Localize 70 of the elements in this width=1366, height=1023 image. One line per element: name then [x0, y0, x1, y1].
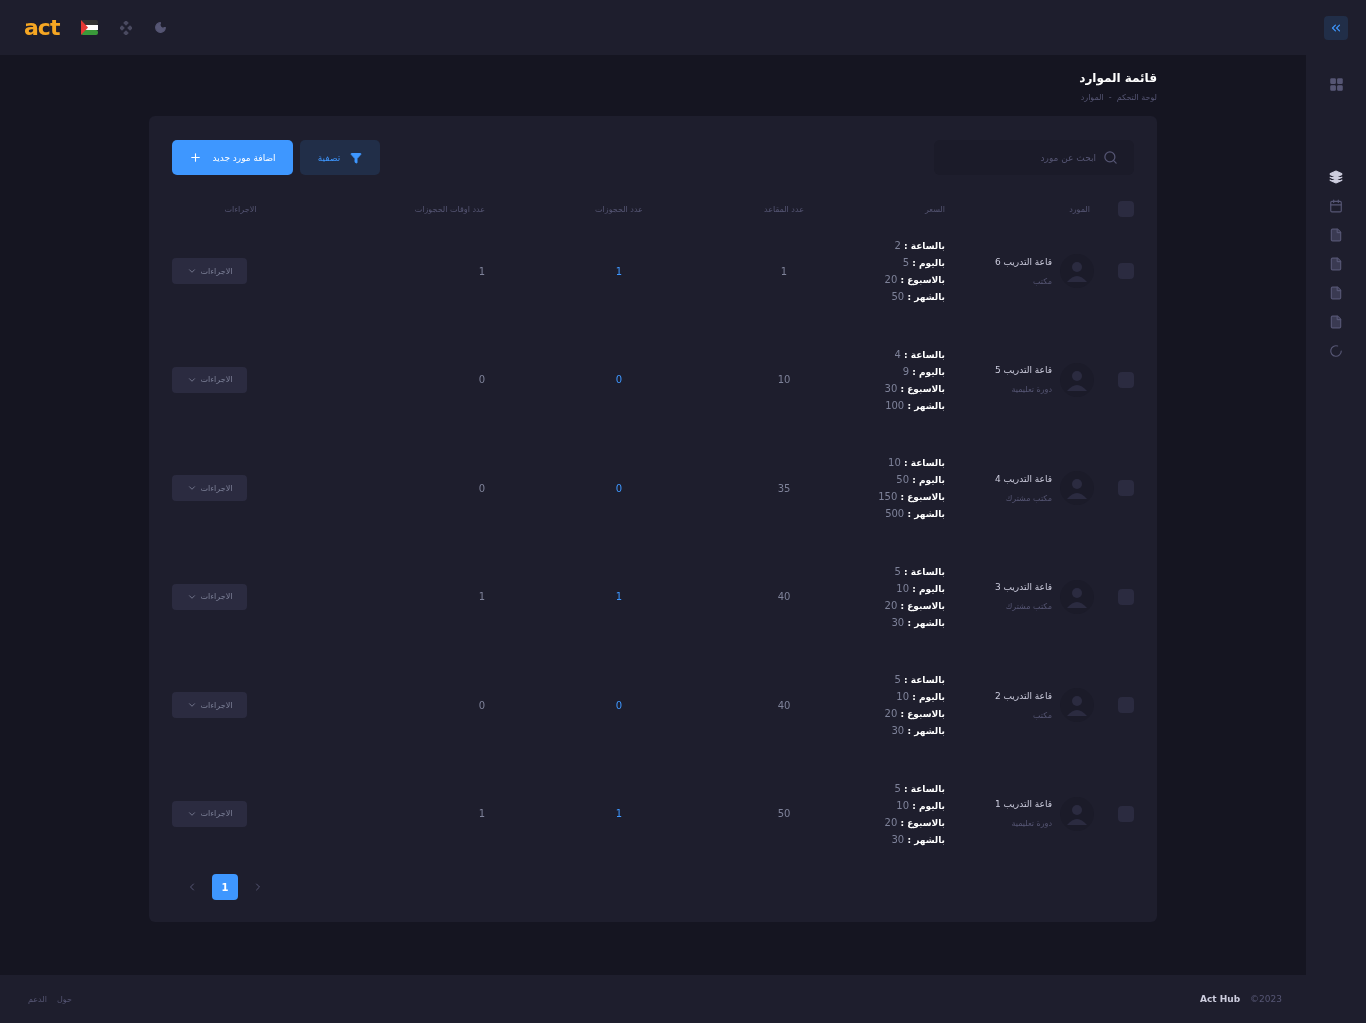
- add-button[interactable]: اضافة مورد جديد: [172, 140, 293, 175]
- search-icon: [1103, 150, 1118, 165]
- apps-icon[interactable]: [120, 20, 133, 35]
- flag-icon[interactable]: [81, 20, 99, 35]
- logo: act: [24, 15, 60, 40]
- column-header: السعر: [923, 204, 946, 214]
- resource-type: مكتب: [1032, 710, 1052, 720]
- actions-button[interactable]: الاجراءات: [172, 800, 247, 827]
- page-title: قائمة الموارد: [1078, 71, 1157, 85]
- column-header: عدد اوقات الحجوزات: [413, 204, 486, 214]
- footer-link[interactable]: الدعم: [28, 994, 47, 1004]
- table-cell-text: 1: [477, 808, 486, 820]
- table-cell-text: 40: [776, 591, 792, 603]
- actions-button[interactable]: الاجراءات: [172, 366, 247, 393]
- table-cell-text: 0: [614, 374, 624, 386]
- resource-name: قاعة التدريب 5: [994, 365, 1052, 376]
- breadcrumb-item[interactable]: لوحة التحكم: [1116, 93, 1157, 102]
- table-cell-text: 1: [614, 808, 624, 820]
- actions-button[interactable]: الاجراءات: [172, 258, 247, 285]
- footer-link[interactable]: حول: [56, 994, 72, 1004]
- page-button[interactable]: 1: [212, 874, 238, 900]
- loading-icon[interactable]: [1329, 344, 1343, 358]
- copyright: ©2023: [1250, 994, 1282, 1004]
- table-cell-text: 40: [776, 699, 792, 711]
- calendar-icon[interactable]: [1329, 199, 1343, 213]
- resource-name: قاعة التدريب 3: [994, 582, 1052, 593]
- breadcrumb-item[interactable]: الموارد: [1080, 93, 1104, 102]
- resource-name: قاعة التدريب 1: [994, 799, 1052, 810]
- resource-name: قاعة التدريب 2: [994, 690, 1052, 701]
- table-cell-text: 0: [477, 482, 486, 494]
- resource-type: مكتب: [1032, 276, 1052, 286]
- column-header: عدد المقاعد: [763, 204, 805, 214]
- resource-type: دورة تعليمية: [1010, 819, 1052, 829]
- table-cell-text: 1: [779, 265, 789, 277]
- table-cell-text: 50: [776, 808, 792, 820]
- table-cell-text: 0: [477, 374, 486, 386]
- table-cell-text: 1: [614, 591, 624, 603]
- collapse-button[interactable]: [1324, 15, 1348, 40]
- table-cell-text: 35: [776, 482, 792, 494]
- layers-icon[interactable]: [1329, 170, 1343, 184]
- actions-button[interactable]: الاجراءات: [172, 692, 247, 719]
- table-cell-text: 0: [614, 482, 624, 494]
- column-header: عدد الحجوزات: [594, 204, 644, 214]
- column-header: المورد: [1068, 204, 1091, 214]
- file-icon[interactable]: [1329, 257, 1343, 271]
- brand-name: Act Hub: [1199, 994, 1241, 1004]
- plus-icon: [189, 151, 203, 164]
- table-cell-text: 0: [477, 699, 486, 711]
- moon-icon[interactable]: [154, 21, 168, 34]
- filter-icon: [350, 151, 363, 164]
- actions-button[interactable]: الاجراءات: [172, 475, 247, 502]
- file-icon[interactable]: [1329, 228, 1343, 242]
- resource-name: قاعة التدريب 6: [994, 256, 1052, 267]
- breadcrumb-item: -: [1108, 93, 1112, 102]
- table-cell-text: 0: [614, 699, 624, 711]
- resource-name: قاعة التدريب 4: [994, 473, 1052, 484]
- resource-type: مكتب مشترك: [1004, 602, 1052, 612]
- column-header: الاجراءات: [223, 204, 258, 214]
- filter-button[interactable]: تصفية: [300, 140, 380, 175]
- table-cell-text: 1: [614, 265, 624, 277]
- resource-type: دورة تعليمية: [1010, 385, 1052, 395]
- table-cell-text: 1: [477, 265, 486, 277]
- file-icon[interactable]: [1329, 286, 1343, 300]
- actions-button[interactable]: الاجراءات: [172, 583, 247, 610]
- dashboard-icon[interactable]: [1328, 77, 1344, 92]
- file-icon[interactable]: [1329, 315, 1343, 329]
- table-cell-text: 1: [477, 591, 486, 603]
- resource-type: مكتب مشترك: [1004, 493, 1052, 503]
- search-field[interactable]: ابحث عن مورد: [934, 140, 1134, 175]
- table-cell-text: 10: [776, 374, 792, 386]
